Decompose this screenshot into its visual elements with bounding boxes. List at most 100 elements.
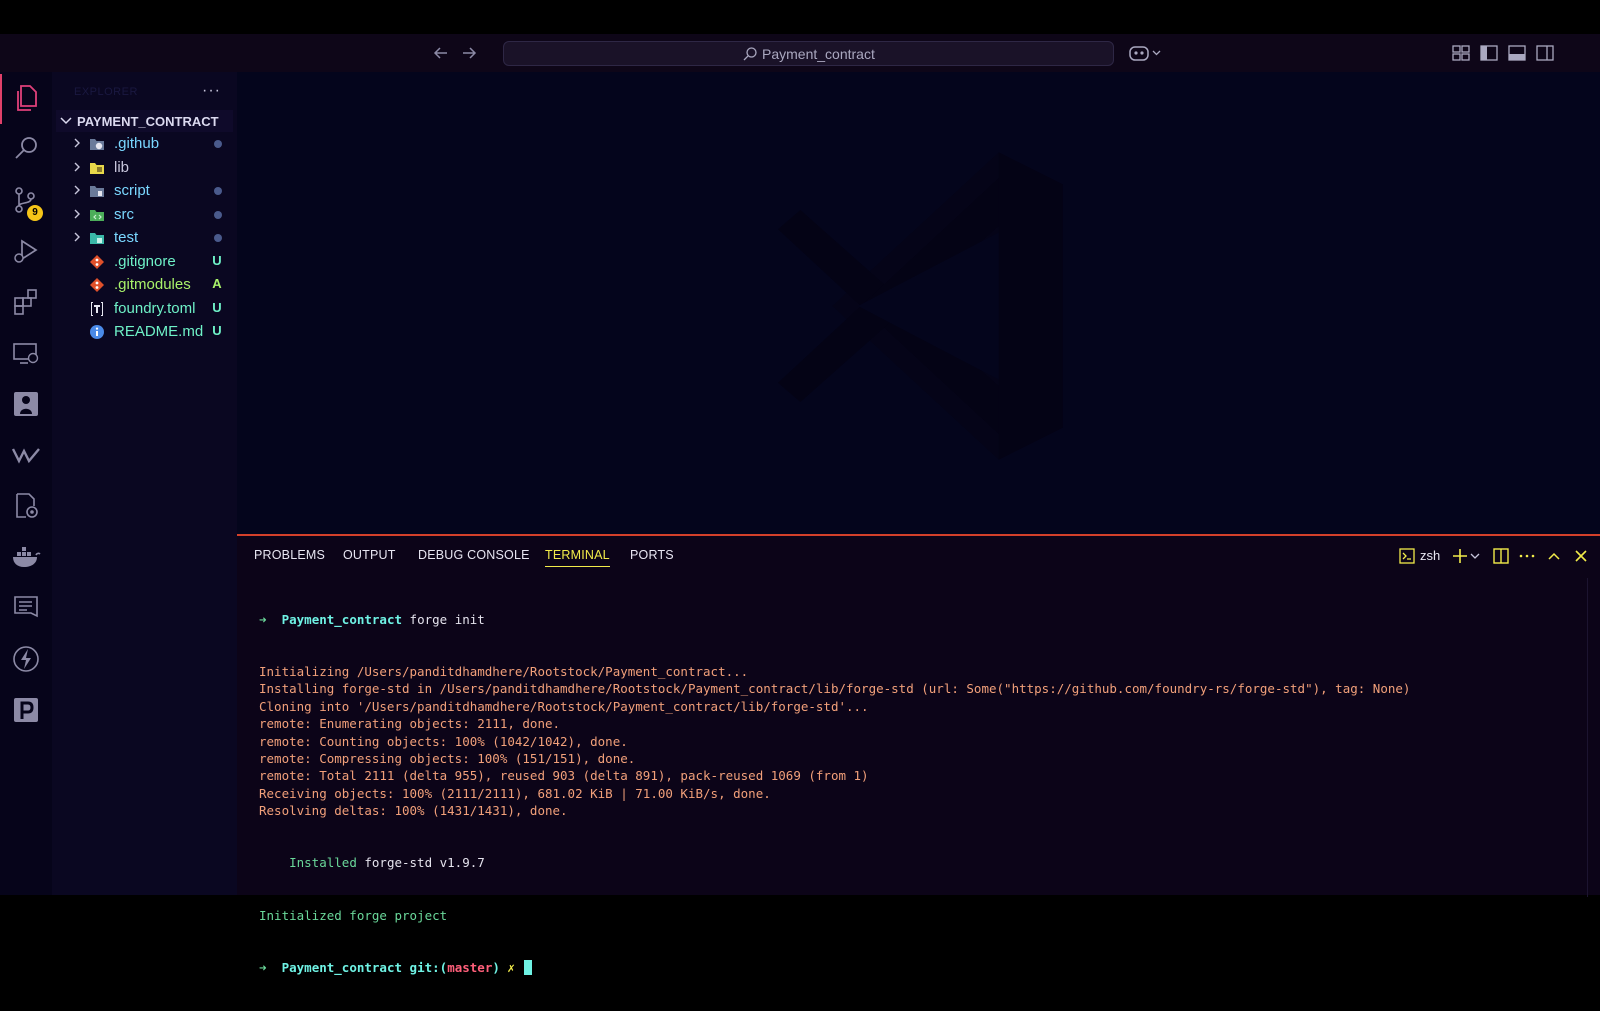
tab-output[interactable]: OUTPUT	[343, 548, 396, 562]
tree-item-label: .gitmodules	[114, 276, 191, 293]
docker-icon[interactable]	[10, 541, 42, 573]
tree-item-src[interactable]: src	[56, 203, 233, 227]
settings-sync-icon[interactable]	[10, 490, 42, 522]
folder-icon	[89, 207, 105, 223]
sourcegraph-extension-icon[interactable]	[10, 388, 42, 420]
tab-ports[interactable]: PORTS	[630, 548, 674, 562]
editor-area	[237, 72, 1600, 534]
extensions-icon[interactable]	[10, 286, 42, 318]
terminal-line: Initializing /Users/panditdhamdhere/Root…	[259, 664, 749, 680]
git-status-badge: U	[212, 299, 222, 315]
scm-badge: 9	[27, 205, 43, 221]
maximize-panel-icon[interactable]	[1545, 547, 1563, 565]
git-status-badge: U	[212, 323, 222, 338]
customize-layout-icon[interactable]	[1451, 44, 1471, 62]
terminal-line: Installing forge-std in /Users/panditdha…	[259, 681, 1411, 697]
chevron-down-icon[interactable]	[1469, 547, 1481, 565]
comments-icon[interactable]	[10, 592, 42, 624]
search-icon[interactable]	[10, 133, 42, 165]
workspace-section-header[interactable]: PAYMENT_CONTRACT	[56, 110, 233, 132]
terminal-command-line: ➜ Payment_contract forge init	[259, 611, 485, 627]
thunder-client-icon[interactable]	[10, 643, 42, 675]
modified-dot-icon	[214, 234, 222, 242]
tree-item-foundry-toml[interactable]: foundry.toml U	[56, 297, 233, 321]
chevron-right-icon	[70, 207, 84, 221]
tree-item-github[interactable]: .github	[56, 132, 233, 156]
workspace-name: PAYMENT_CONTRACT	[77, 114, 219, 129]
search-icon	[742, 46, 758, 62]
new-terminal-plus-icon[interactable]	[1451, 547, 1469, 565]
terminal-line: remote: Enumerating objects: 2111, done.	[259, 716, 561, 732]
tree-item-readme-md[interactable]: README.md U	[56, 320, 233, 344]
tree-item-gitignore[interactable]: .gitignore U	[56, 250, 233, 274]
tree-item-script[interactable]: script	[56, 179, 233, 203]
split-terminal-icon[interactable]	[1492, 547, 1510, 565]
terminal-shell-name[interactable]: zsh	[1420, 548, 1440, 563]
macos-menubar	[0, 0, 1600, 34]
run-debug-icon[interactable]	[10, 235, 42, 267]
terminal-line: remote: Total 2111 (delta 955), reused 9…	[259, 768, 869, 784]
more-actions-icon[interactable]	[1518, 547, 1536, 565]
explorer-title: EXPLORER	[74, 86, 138, 98]
active-indicator	[0, 74, 2, 124]
folder-icon	[89, 160, 105, 176]
remote-explorer-icon[interactable]	[10, 337, 42, 369]
modified-dot-icon	[214, 210, 222, 219]
tree-item-label: src	[114, 205, 134, 223]
toggle-primary-sidebar-icon[interactable]	[1479, 44, 1499, 62]
tab-debug-console[interactable]: DEBUG CONSOLE	[418, 548, 530, 562]
folder-icon	[89, 136, 105, 152]
chevron-right-icon	[70, 136, 84, 150]
explorer-icon[interactable]	[10, 82, 42, 114]
git-status-badge: U	[212, 252, 222, 268]
more-actions-icon[interactable]: ···	[202, 82, 221, 100]
folder-icon	[89, 183, 105, 199]
postman-icon[interactable]	[10, 694, 42, 726]
terminal-scrollbar[interactable]	[1587, 578, 1600, 897]
tab-problems[interactable]: PROBLEMS	[254, 548, 325, 562]
file-icon	[89, 301, 105, 317]
vscode-logo-watermark	[778, 152, 1063, 460]
modified-dot-icon	[214, 140, 222, 148]
tree-item-label: lib	[114, 158, 130, 176]
close-panel-icon[interactable]	[1572, 547, 1590, 565]
terminal-line: Resolving deltas: 100% (1431/1431), done…	[259, 803, 568, 819]
modified-dot-icon	[214, 187, 222, 195]
toggle-secondary-sidebar-icon[interactable]	[1535, 44, 1555, 62]
tree-item-label: .github	[114, 135, 160, 152]
chevron-down-icon	[58, 113, 74, 129]
terminal-initialized-line: Initialized forge project	[259, 907, 448, 923]
terminal-installed-line: Installed forge-std v1.9.7	[289, 855, 485, 871]
terminal-output[interactable]: ➜ Payment_contract forge init Initializi…	[259, 576, 1410, 1011]
tree-item-label: README.md	[114, 323, 204, 340]
file-icon	[89, 254, 105, 270]
explorer-sidebar: EXPLORER ··· PAYMENT_CONTRACT .github lib…	[52, 72, 237, 895]
tree-item-label: script	[114, 182, 150, 199]
terminal-line: remote: Compressing objects: 100% (151/1…	[259, 750, 636, 766]
terminal-icon	[1398, 547, 1416, 565]
command-center-search[interactable]: Payment_contract	[503, 41, 1114, 66]
command-center-text: Payment_contract	[762, 46, 875, 62]
tree-item-test[interactable]: test	[56, 226, 233, 250]
toggle-panel-icon[interactable]	[1507, 44, 1527, 62]
git-status-badge: A	[212, 276, 222, 291]
folder-icon	[89, 230, 105, 246]
terminal-line: Receiving objects: 100% (2111/2111), 681…	[259, 785, 771, 801]
chevron-right-icon	[70, 160, 84, 174]
terminal-line: remote: Counting objects: 100% (1042/104…	[259, 733, 628, 749]
tab-terminal[interactable]: TERMINAL	[545, 548, 610, 567]
tree-item-gitmodules[interactable]: .gitmodules A	[56, 273, 233, 297]
file-icon	[89, 277, 105, 293]
tree-item-lib[interactable]: lib	[56, 156, 233, 180]
copilot-menu[interactable]	[1128, 43, 1164, 63]
copilot-icon	[1129, 46, 1161, 61]
tree-item-label: foundry.toml	[114, 299, 196, 317]
forward-arrow-icon[interactable]	[459, 43, 479, 63]
terminal-prompt-line: ➜ Payment_contract git:(master) ✗	[259, 959, 1410, 976]
back-arrow-icon[interactable]	[431, 43, 451, 63]
terminal-cursor	[524, 959, 533, 975]
chevron-right-icon	[70, 183, 84, 197]
file-icon	[89, 324, 105, 340]
wakatime-icon[interactable]	[10, 439, 42, 471]
tree-item-label: test	[114, 229, 139, 246]
